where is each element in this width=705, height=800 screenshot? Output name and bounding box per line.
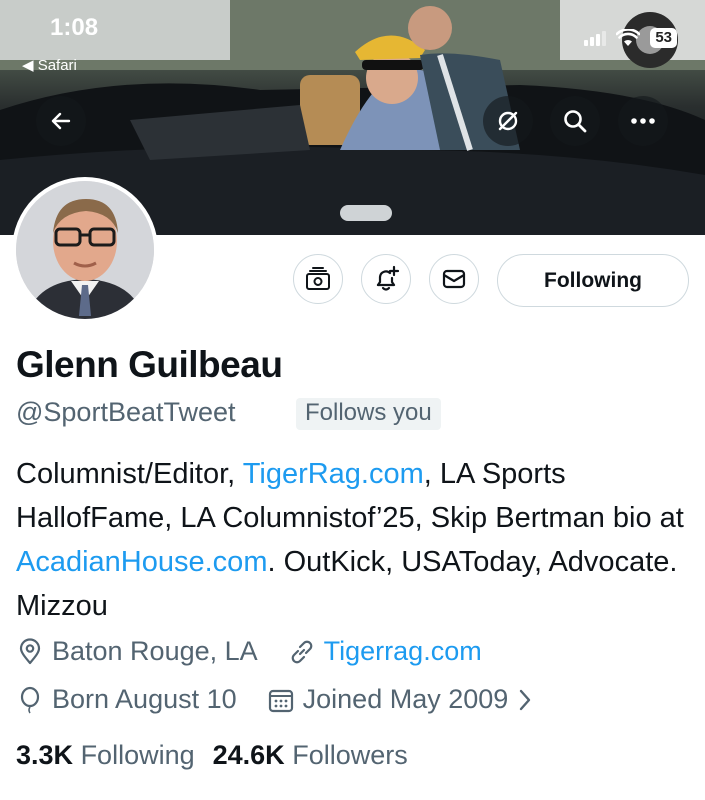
avatar[interactable] bbox=[12, 177, 158, 323]
joined-text: Joined May 2009 bbox=[302, 684, 509, 714]
birthday-text: Born August 10 bbox=[52, 684, 237, 714]
profile-name: Glenn Guilbeau bbox=[16, 344, 283, 385]
followers-count: 24.6K bbox=[212, 740, 285, 770]
follow-counts: 3.3K Following 24.6K Followers bbox=[16, 740, 408, 771]
profile-meta-row: Born August 10 Joined May 2009 bbox=[16, 684, 534, 715]
back-arrow-icon bbox=[51, 112, 71, 130]
back-button[interactable] bbox=[36, 96, 86, 146]
location-text: Baton Rouge, LA bbox=[52, 636, 258, 666]
location: Baton Rouge, LA bbox=[16, 636, 258, 667]
following-label: Following bbox=[80, 740, 195, 770]
status-time: 1:08 bbox=[50, 14, 99, 41]
following-count: 3.3K bbox=[16, 740, 74, 770]
subscribe-button[interactable] bbox=[293, 254, 343, 304]
bio-text: Columnist/Editor, bbox=[16, 458, 243, 490]
wifi-icon bbox=[616, 29, 641, 46]
balloon-icon bbox=[20, 686, 40, 713]
grok-button[interactable] bbox=[483, 96, 533, 146]
avatar-photo bbox=[16, 181, 154, 319]
follows-you-badge: Follows you bbox=[296, 398, 441, 430]
profile-meta-row: Baton Rouge, LA Tigerrag.com bbox=[16, 636, 482, 667]
search-button[interactable] bbox=[550, 96, 600, 146]
more-button[interactable] bbox=[618, 96, 668, 146]
profile-handle: @SportBeatTweet bbox=[16, 397, 236, 427]
back-to-safari[interactable]: ◀ Safari bbox=[22, 56, 77, 74]
link-icon bbox=[291, 640, 312, 663]
subscribe-icon bbox=[306, 267, 330, 290]
website[interactable]: Tigerrag.com bbox=[288, 636, 482, 667]
birthday: Born August 10 bbox=[16, 684, 237, 715]
message-button[interactable] bbox=[429, 254, 479, 304]
notification-bell-icon bbox=[376, 265, 400, 291]
bio-link-tigerrag[interactable]: TigerRag.com bbox=[243, 458, 424, 490]
grok-icon bbox=[498, 111, 518, 131]
location-icon bbox=[19, 637, 41, 664]
followers-label: Followers bbox=[292, 740, 408, 770]
message-icon bbox=[442, 269, 466, 289]
notifications-button[interactable] bbox=[361, 254, 411, 304]
followers-count-link[interactable]: 24.6K Followers bbox=[213, 740, 408, 771]
bio-link-acadianhouse[interactable]: AcadianHouse.com bbox=[16, 546, 267, 578]
website-link[interactable]: Tigerrag.com bbox=[324, 636, 482, 667]
following-count-link[interactable]: 3.3K Following bbox=[16, 740, 195, 771]
battery-indicator: 53 bbox=[650, 28, 677, 48]
chevron-right-icon bbox=[520, 689, 531, 710]
following-button[interactable]: Following bbox=[497, 254, 689, 307]
profile-bio: Columnist/Editor, TigerRag.com, LA Sport… bbox=[16, 452, 696, 628]
search-icon bbox=[564, 110, 587, 133]
joined-date[interactable]: Joined May 2009 bbox=[267, 684, 535, 715]
status-icons: 53 bbox=[584, 28, 677, 48]
more-icon bbox=[631, 118, 655, 124]
signal-icon bbox=[584, 30, 607, 46]
calendar-icon bbox=[268, 689, 293, 712]
